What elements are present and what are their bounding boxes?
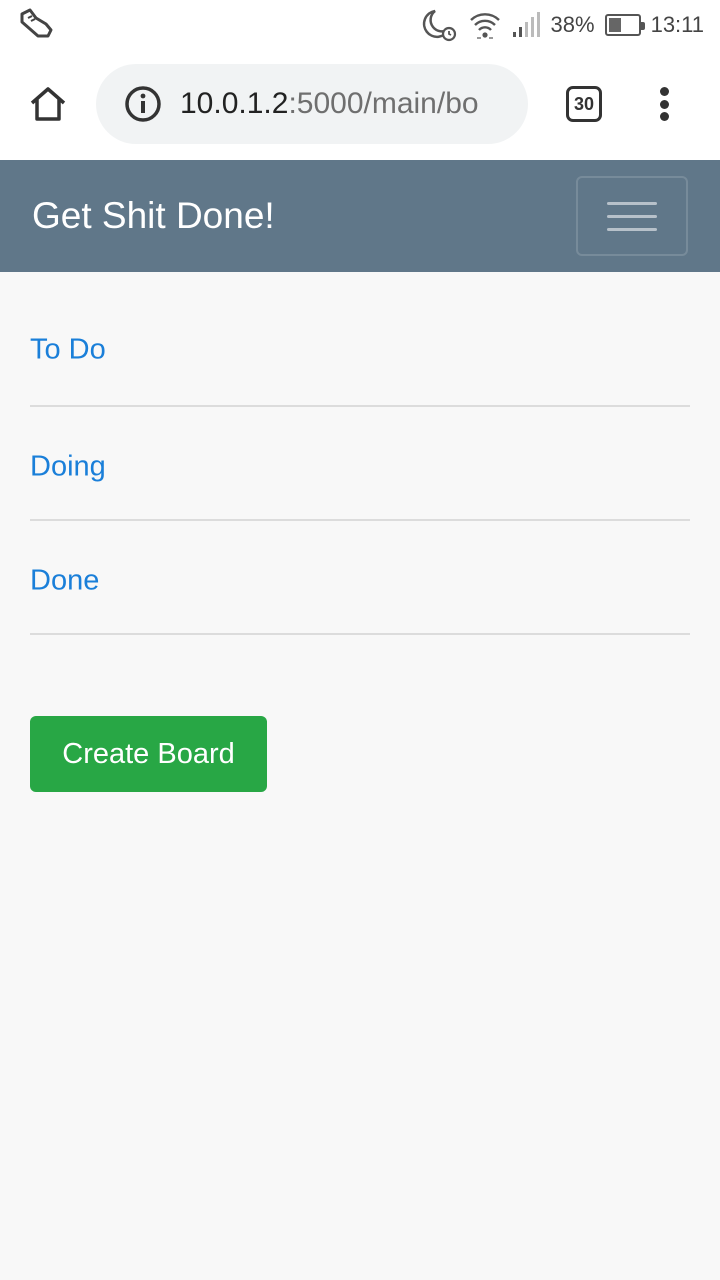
list-item: Done <box>30 521 690 635</box>
app-navbar: Get Shit Done! <box>0 160 720 272</box>
board-link-done[interactable]: Done <box>30 566 99 596</box>
board-link-todo[interactable]: To Do <box>30 335 106 365</box>
list-item: Doing <box>30 407 690 521</box>
create-board-button[interactable]: Create Board <box>30 716 267 792</box>
url-path: :5000/main/bo <box>288 87 479 120</box>
wifi-icon <box>469 10 501 40</box>
list-item: To Do <box>30 272 690 407</box>
signal-icon <box>511 12 541 38</box>
hamburger-line <box>607 227 657 231</box>
navbar-brand[interactable]: Get Shit Done! <box>32 160 275 272</box>
board-link-doing[interactable]: Doing <box>30 452 106 482</box>
home-icon <box>30 87 66 121</box>
navbar-toggle-button[interactable] <box>576 176 688 256</box>
info-icon[interactable] <box>124 85 162 123</box>
tab-switcher-button[interactable]: 30 <box>566 86 602 122</box>
address-bar[interactable]: 10.0.1.2:5000/main/bo <box>96 64 528 144</box>
status-bar: 38% 13:11 <box>0 0 720 50</box>
board-list: To Do Doing Done <box>30 272 690 635</box>
battery-percent: 38% <box>550 12 595 37</box>
home-button[interactable] <box>24 80 72 128</box>
status-icons: 38% 13:11 <box>421 0 704 50</box>
url-host: 10.0.1.2 <box>180 87 289 120</box>
clock: 13:11 <box>650 12 704 37</box>
hamburger-icon <box>607 201 657 205</box>
url-text: 10.0.1.2:5000/main/bo <box>180 87 479 121</box>
moon-alarm-icon <box>421 7 459 43</box>
browser-toolbar: 10.0.1.2:5000/main/bo 30 <box>0 50 720 160</box>
battery-icon <box>604 14 645 36</box>
hamburger-line <box>607 214 657 218</box>
more-vert-icon[interactable] <box>648 80 680 128</box>
sneaker-icon <box>18 8 54 42</box>
